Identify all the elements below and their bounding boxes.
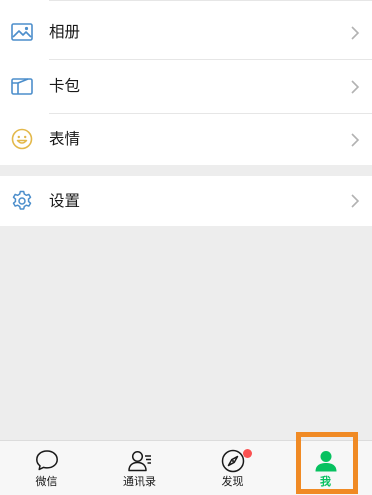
menu-item-label: 相册	[49, 23, 81, 41]
chevron-right-icon	[350, 79, 360, 95]
menu-item-label: 设置	[49, 192, 81, 210]
contacts-icon	[127, 448, 153, 474]
menu-item-label: 表情	[49, 130, 81, 148]
photo-album-icon	[10, 20, 34, 44]
tab-label: 我	[320, 475, 331, 488]
tab-label: 通讯录	[123, 475, 156, 488]
tab-label: 发现	[221, 475, 244, 488]
chevron-right-icon	[350, 193, 360, 209]
menu-item-card-wallet[interactable]: 卡包	[0, 60, 372, 113]
menu-item-album[interactable]: 相册	[0, 6, 372, 59]
bottom-tab-bar: 微信 通讯录 发现 我	[0, 440, 372, 495]
chevron-right-icon	[350, 25, 360, 41]
chevron-right-icon	[350, 132, 360, 148]
tab-discover[interactable]: 发现	[186, 441, 279, 495]
gear-icon	[10, 189, 34, 213]
smiley-icon	[10, 127, 34, 151]
menu-item-label: 卡包	[49, 77, 81, 95]
tab-label: 微信	[35, 475, 58, 488]
tab-chats[interactable]: 微信	[0, 441, 93, 495]
menu-item-settings[interactable]: 设置	[0, 176, 372, 226]
menu-group-media: 相册 卡包 表情	[0, 0, 372, 165]
compass-icon	[220, 448, 246, 474]
menu-item-stickers[interactable]: 表情	[0, 113, 372, 166]
menu-group-settings: 设置	[0, 176, 372, 226]
tab-me[interactable]: 我	[279, 441, 372, 495]
notification-dot	[243, 449, 252, 458]
card-wallet-icon	[10, 74, 34, 98]
divider	[49, 0, 372, 1]
person-icon	[313, 448, 339, 474]
tab-contacts[interactable]: 通讯录	[93, 441, 186, 495]
chat-bubble-icon	[34, 448, 60, 474]
